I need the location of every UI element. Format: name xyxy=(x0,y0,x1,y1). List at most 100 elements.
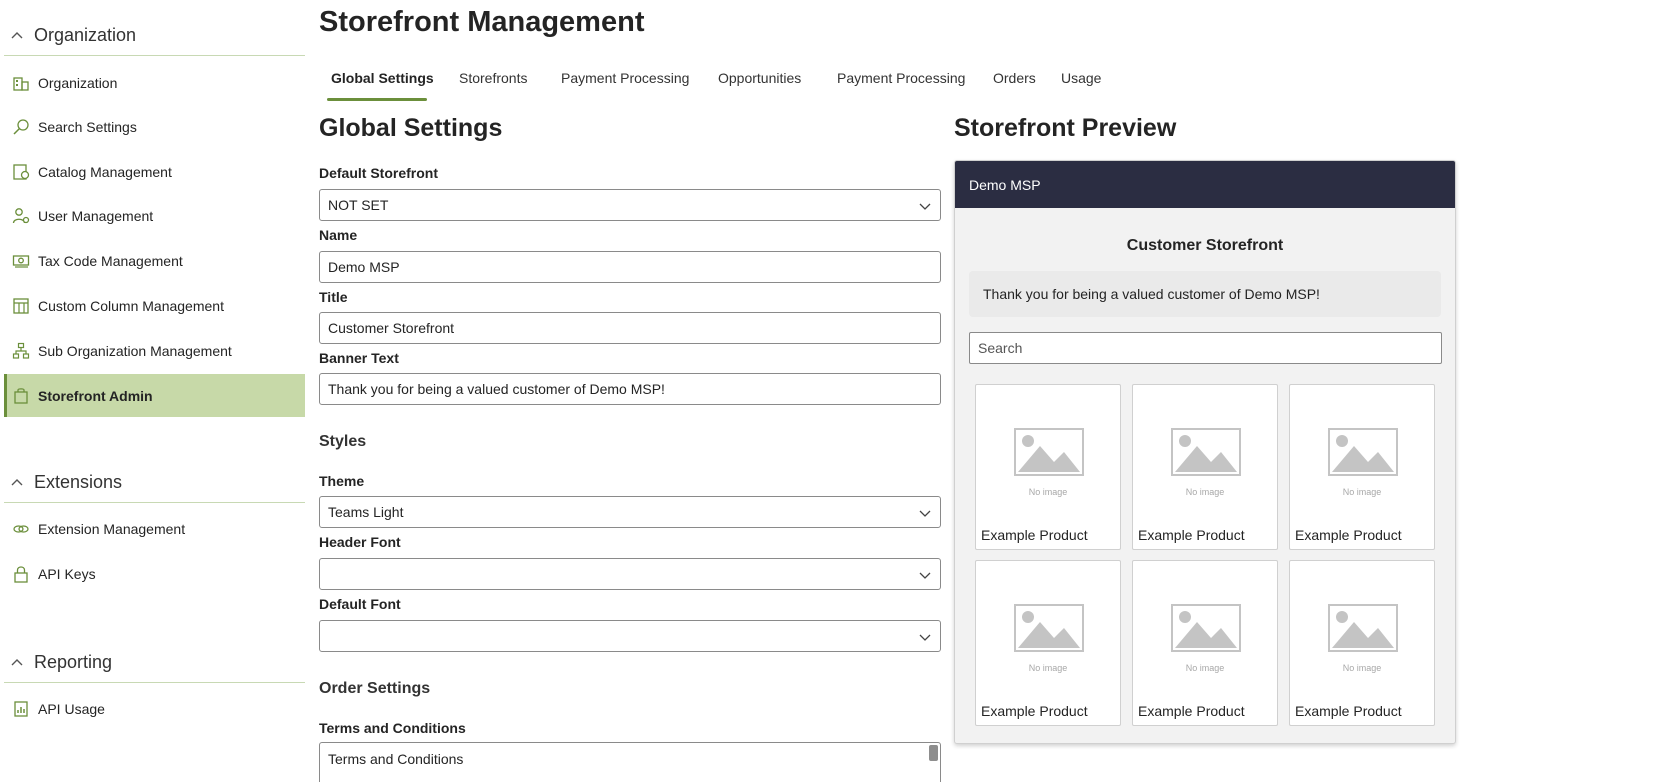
sidebar-item-label: Custom Column Management xyxy=(38,297,224,314)
chevron-up-icon xyxy=(10,475,24,489)
terms-value: Terms and Conditions xyxy=(328,751,464,767)
no-image-text: No image xyxy=(1185,663,1225,673)
title-value: Customer Storefront xyxy=(328,320,455,336)
sidebar-item-label: User Management xyxy=(38,207,154,224)
sidebar-item-api-keys[interactable]: API Keys xyxy=(4,552,305,595)
terms-textarea[interactable]: Terms and Conditions xyxy=(319,742,941,782)
sidebar-item-organization[interactable]: Organization xyxy=(4,61,305,104)
sidebar-item-label: Extension Management xyxy=(38,520,186,537)
terms-label: Terms and Conditions xyxy=(319,720,466,736)
tab-payment-processing[interactable]: Payment Processing xyxy=(561,62,689,100)
tab-global-settings[interactable]: Global Settings xyxy=(331,62,434,100)
shopping-bag-icon xyxy=(12,387,30,405)
table-columns-icon xyxy=(12,297,30,315)
product-card[interactable]: No image Example Product xyxy=(975,384,1121,550)
product-card[interactable]: No image Example Product xyxy=(1289,560,1435,726)
tab-storefronts[interactable]: Storefronts xyxy=(459,62,527,100)
divider xyxy=(4,502,305,503)
product-name: Example Product xyxy=(1295,703,1402,719)
section-organization-toggle[interactable]: Organization xyxy=(10,20,136,50)
storefront-preview: Demo MSP Customer Storefront Thank you f… xyxy=(954,160,1456,744)
banner-text-value: Thank you for being a valued customer of… xyxy=(328,381,665,397)
chevron-up-icon xyxy=(10,28,24,42)
divider xyxy=(4,55,305,56)
search-icon xyxy=(12,118,30,136)
preview-banner: Thank you for being a valued customer of… xyxy=(969,271,1441,317)
name-value: Demo MSP xyxy=(328,259,400,275)
sidebar-item-user-management[interactable]: User Management xyxy=(4,194,305,237)
product-name: Example Product xyxy=(1138,703,1245,719)
form-heading: Global Settings xyxy=(319,114,503,142)
sidebar-item-label: Tax Code Management xyxy=(38,252,183,269)
section-title: Reporting xyxy=(34,651,113,672)
preview-title: Customer Storefront xyxy=(1126,237,1284,254)
sidebar-item-custom-column-management[interactable]: Custom Column Management xyxy=(4,284,305,327)
image-placeholder-icon xyxy=(1014,428,1084,478)
sidebar-item-label: API Keys xyxy=(38,565,96,582)
building-icon xyxy=(12,74,30,92)
product-card[interactable]: No image Example Product xyxy=(1132,384,1278,550)
sidebar-item-api-usage[interactable]: API Usage xyxy=(4,687,305,730)
default-storefront-value: NOT SET xyxy=(328,197,389,213)
product-card[interactable]: No image Example Product xyxy=(975,560,1121,726)
scrollbar-thumb[interactable] xyxy=(929,745,938,761)
order-settings-heading: Order Settings xyxy=(319,680,431,697)
default-storefront-label: Default Storefront xyxy=(319,165,438,181)
section-title: Organization xyxy=(34,24,137,45)
link-icon xyxy=(12,520,30,538)
preview-header: Demo MSP xyxy=(955,161,1455,208)
report-chart-icon xyxy=(12,700,30,718)
tab-payment-processing-2[interactable]: Payment Processing xyxy=(837,62,965,100)
styles-heading: Styles xyxy=(319,433,367,450)
sidebar-item-catalog-management[interactable]: Catalog Management xyxy=(4,150,305,193)
chevron-up-icon xyxy=(10,655,24,669)
product-name: Example Product xyxy=(1138,527,1245,543)
default-font-label: Default Font xyxy=(319,596,401,612)
product-card[interactable]: No image Example Product xyxy=(1132,560,1278,726)
sidebar-item-tax-code-management[interactable]: Tax Code Management xyxy=(4,239,305,282)
page-title: Storefront Management xyxy=(319,6,645,38)
theme-value: Teams Light xyxy=(328,504,404,520)
header-font-label: Header Font xyxy=(319,534,401,550)
preview-org-name: Demo MSP xyxy=(969,176,1041,193)
image-placeholder-icon xyxy=(1171,604,1241,654)
sidebar-item-label: Catalog Management xyxy=(38,163,172,180)
default-font-select[interactable] xyxy=(319,620,941,652)
image-placeholder-icon xyxy=(1014,604,1084,654)
header-font-select[interactable] xyxy=(319,558,941,590)
section-title: Extensions xyxy=(34,471,123,492)
product-card[interactable]: No image Example Product xyxy=(1289,384,1435,550)
chevron-down-icon xyxy=(918,630,932,644)
image-placeholder-icon xyxy=(1328,604,1398,654)
banner-text-label: Banner Text xyxy=(319,350,399,366)
no-image-text: No image xyxy=(1342,487,1382,497)
banner-text-input[interactable]: Thank you for being a valued customer of… xyxy=(319,373,941,405)
sidebar-item-extension-management[interactable]: Extension Management xyxy=(4,507,305,550)
product-name: Example Product xyxy=(1295,527,1402,543)
sidebar-item-label: Organization xyxy=(38,74,118,91)
tab-opportunities[interactable]: Opportunities xyxy=(718,62,801,100)
section-reporting-toggle[interactable]: Reporting xyxy=(10,647,112,677)
sidebar-item-label: API Usage xyxy=(38,700,105,717)
product-name: Example Product xyxy=(981,527,1088,543)
sidebar-item-label: Search Settings xyxy=(38,118,137,135)
tab-usage[interactable]: Usage xyxy=(1061,62,1101,100)
no-image-text: No image xyxy=(1185,487,1225,497)
sidebar-item-storefront-admin[interactable]: Storefront Admin xyxy=(4,374,305,417)
title-input[interactable]: Customer Storefront xyxy=(319,312,941,344)
no-image-text: No image xyxy=(1342,663,1382,673)
org-chart-icon xyxy=(12,342,30,360)
title-label: Title xyxy=(319,289,348,305)
sidebar-item-search-settings[interactable]: Search Settings xyxy=(4,105,305,148)
no-image-text: No image xyxy=(1028,487,1068,497)
sidebar-item-sub-organization-management[interactable]: Sub Organization Management xyxy=(4,329,305,372)
default-storefront-select[interactable]: NOT SET xyxy=(319,189,941,221)
tab-orders[interactable]: Orders xyxy=(993,62,1036,100)
preview-search-input[interactable]: Search xyxy=(969,332,1442,364)
section-extensions-toggle[interactable]: Extensions xyxy=(10,467,122,497)
name-input[interactable]: Demo MSP xyxy=(319,251,941,283)
money-icon xyxy=(12,252,30,270)
lock-icon xyxy=(12,565,30,583)
user-gear-icon xyxy=(12,207,30,225)
theme-select[interactable]: Teams Light xyxy=(319,496,941,528)
